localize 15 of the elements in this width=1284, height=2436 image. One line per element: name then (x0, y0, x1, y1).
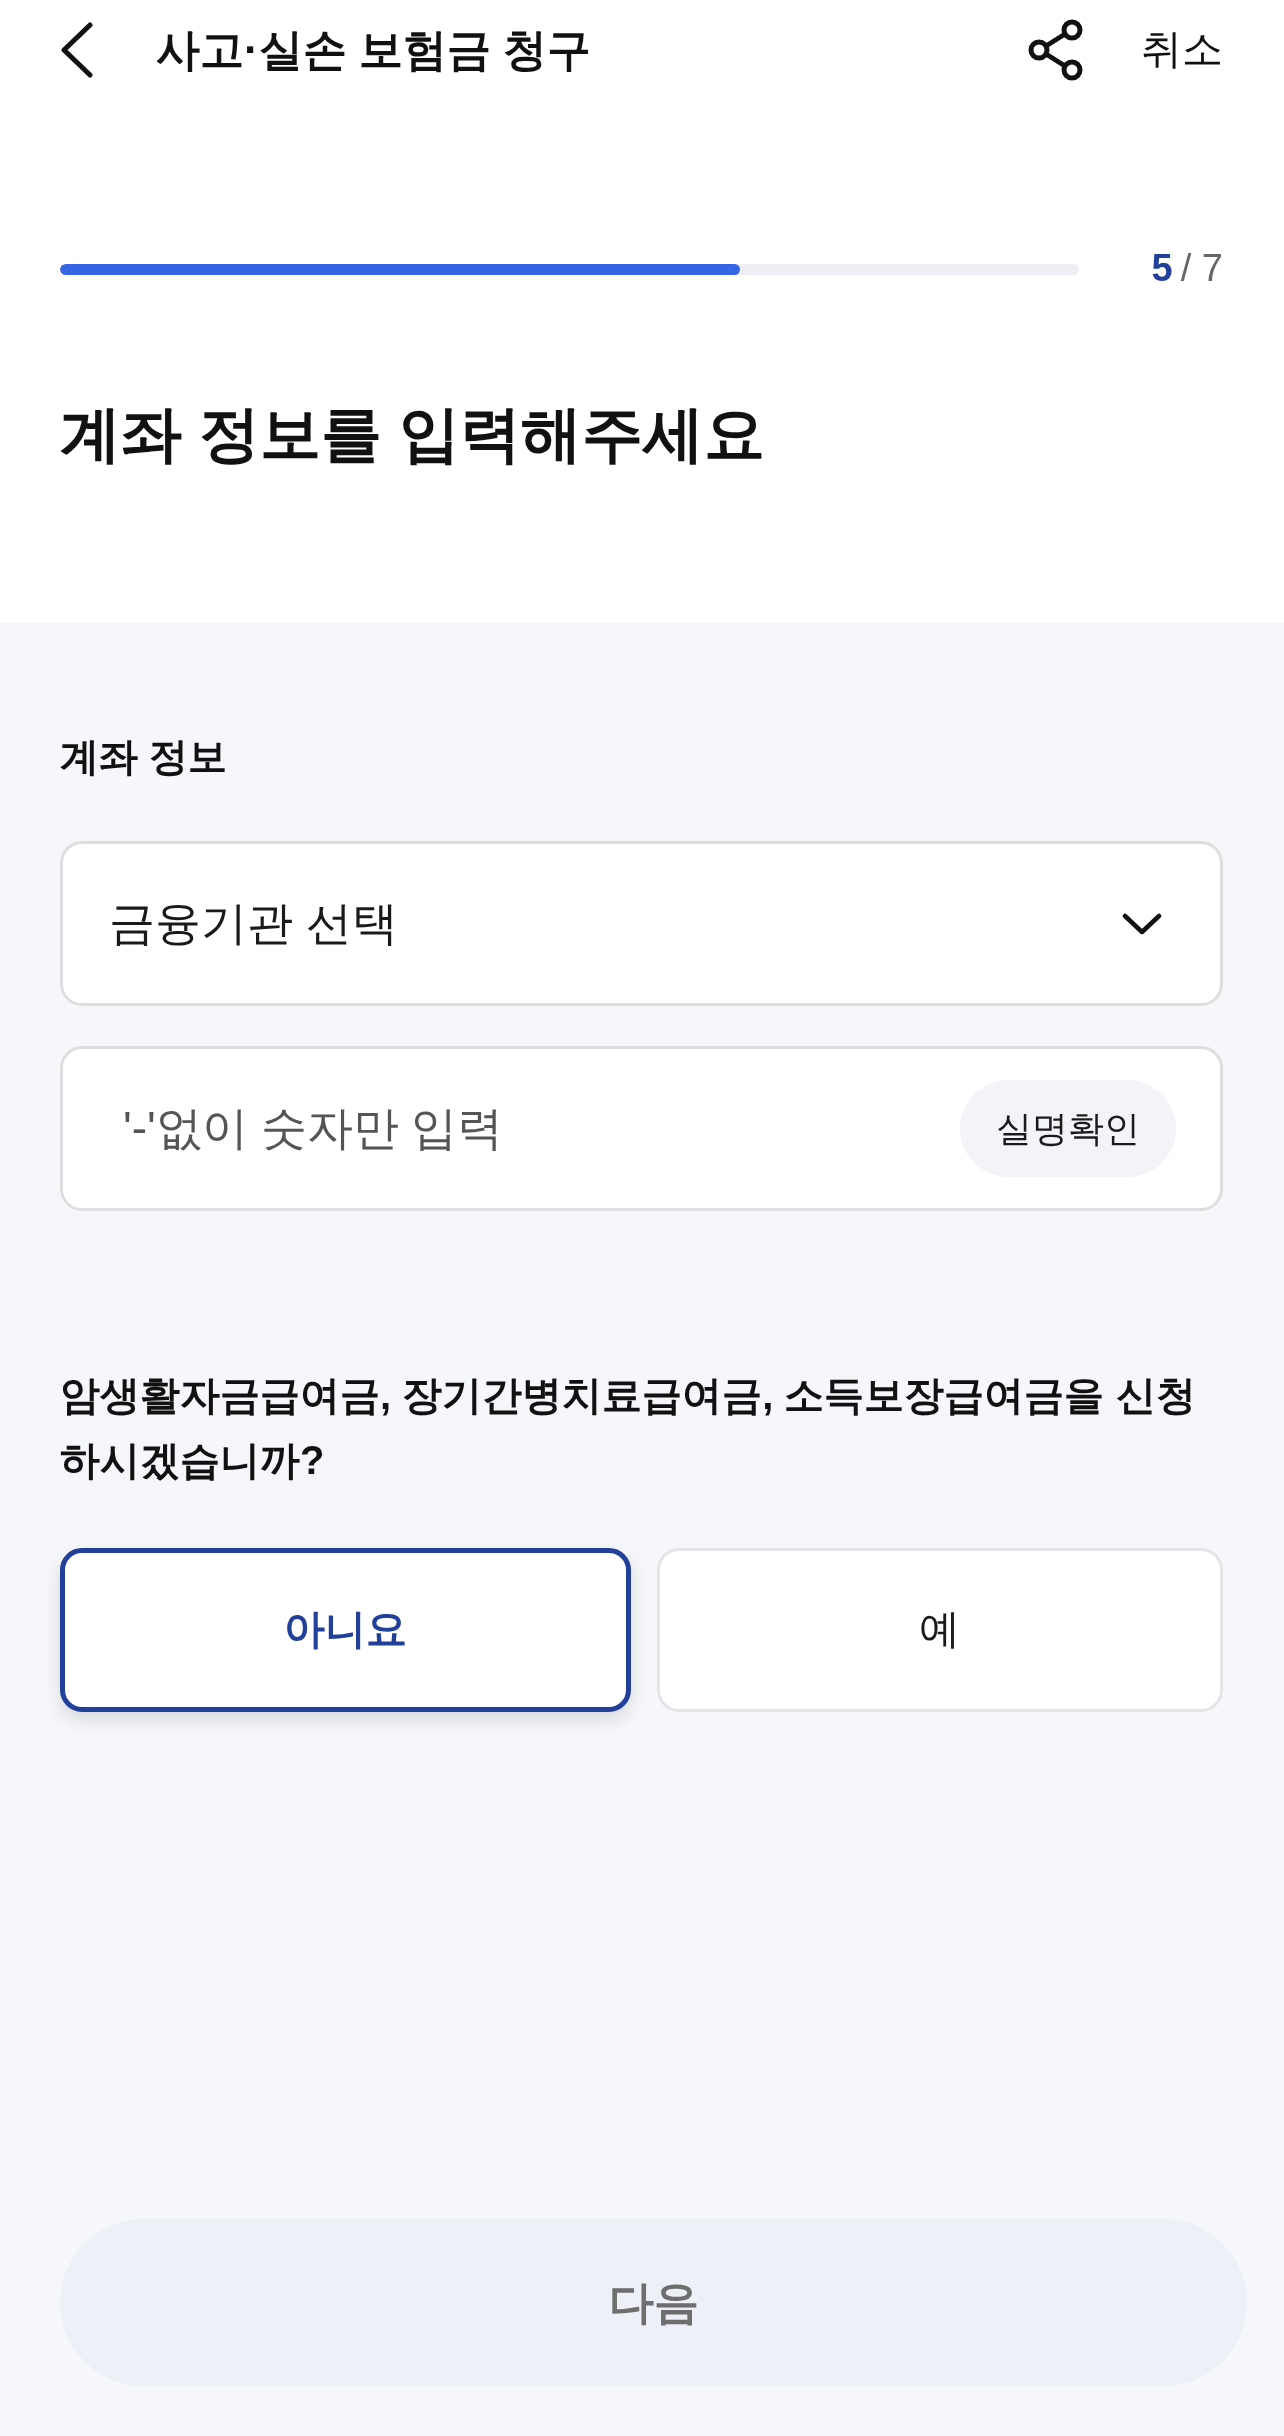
question-text: 암생활자금급여금, 장기간병치료급여금, 소득보장급여금을 신청하시겠습니까? (60, 1372, 1197, 1484)
total-steps: / 7 (1180, 246, 1223, 292)
answer-option[interactable]: 예 (656, 1548, 1223, 1712)
section-label: 계좌 정보 (60, 734, 227, 780)
cancel-button[interactable]: 취소 (1141, 25, 1223, 75)
bank-select[interactable]: 금융기관 선택 (60, 841, 1223, 1006)
verify-name-button[interactable]: 실명확인 (960, 1080, 1176, 1177)
account-number-field[interactable]: '-'없이 숫자만 입력 실명확인 (60, 1046, 1223, 1211)
share-icon[interactable] (1028, 19, 1084, 81)
current-step: 5 (1151, 246, 1173, 292)
page-title: 사고·실손 보험금 청구 (156, 23, 592, 76)
chevron-down-icon (1122, 912, 1162, 935)
back-chevron-icon[interactable] (60, 22, 94, 78)
step-heading: 계좌 정보를 입력해주세요 (60, 399, 765, 470)
answer-option[interactable]: 아니요 (60, 1548, 631, 1712)
